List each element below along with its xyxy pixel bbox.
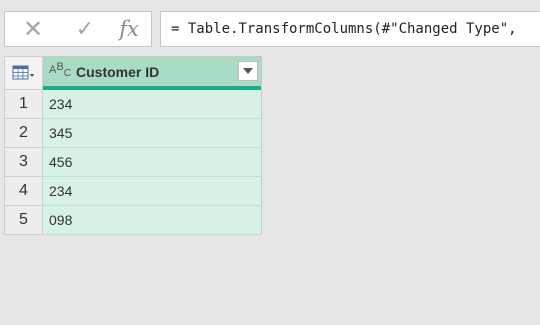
table-row: 2 345 <box>4 119 262 148</box>
table-cell[interactable]: 456 <box>43 148 262 177</box>
column-header-customer-id[interactable]: ABC Customer ID <box>43 56 262 90</box>
table-row: 1 234 <box>4 90 262 119</box>
formula-buttons: ✕ ✓ fx <box>4 11 152 47</box>
column-filter-dropdown-icon[interactable] <box>238 61 258 81</box>
table-row: 3 456 <box>4 148 262 177</box>
data-grid: ABC Customer ID 1 234 2 345 3 456 4 234 … <box>4 56 262 235</box>
text-type-icon[interactable]: ABC <box>49 61 71 79</box>
commit-icon[interactable]: ✓ <box>65 12 105 46</box>
row-number[interactable]: 3 <box>4 148 43 177</box>
column-title: Customer ID <box>76 64 160 80</box>
formula-text: = Table.TransformColumns(#"Changed Type"… <box>171 21 517 37</box>
table-menu-icon[interactable] <box>4 56 43 90</box>
table-cell[interactable]: 345 <box>43 119 262 148</box>
header-row: ABC Customer ID <box>4 56 262 90</box>
row-number[interactable]: 4 <box>4 177 43 206</box>
table-row: 4 234 <box>4 177 262 206</box>
row-number[interactable]: 2 <box>4 119 43 148</box>
fx-icon[interactable]: fx <box>109 12 149 46</box>
row-number[interactable]: 5 <box>4 206 43 235</box>
table-cell[interactable]: 234 <box>43 90 262 119</box>
row-number[interactable]: 1 <box>4 90 43 119</box>
formula-input[interactable]: = Table.TransformColumns(#"Changed Type"… <box>160 11 540 47</box>
table-row: 5 098 <box>4 206 262 235</box>
table-cell[interactable]: 234 <box>43 177 262 206</box>
cancel-icon[interactable]: ✕ <box>13 12 53 46</box>
table-cell[interactable]: 098 <box>43 206 262 235</box>
